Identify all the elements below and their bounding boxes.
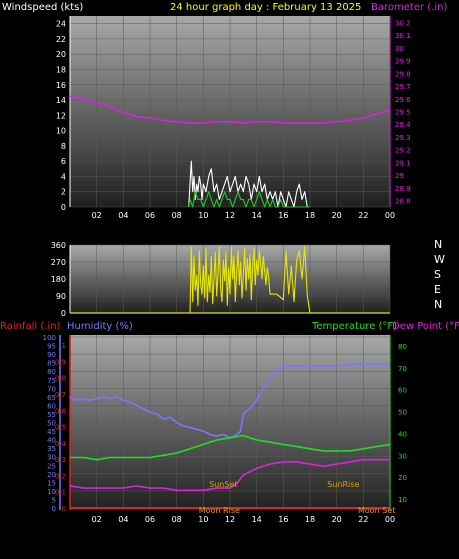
wind-tick-label: 14	[56, 96, 66, 105]
direction-tick-label: 90	[56, 292, 66, 301]
rainfall-tick-label: 1	[62, 342, 66, 350]
temp-x-tick-label: 10	[198, 515, 208, 524]
wind-tick-label: 6	[61, 157, 66, 166]
wind-x-tick-label: 04	[118, 211, 128, 220]
weather-chart-container: 0 2 4 6 8 10 12 14 16 18 20 22 24 28.8 28.9 29 29.1 29.2 2…	[0, 0, 459, 555]
temperature-tick-label: 80	[398, 343, 407, 351]
wind-tick-label: 2	[61, 188, 66, 197]
humidity-tick-label: 95	[47, 343, 56, 351]
humidity-tick-label: 100	[43, 334, 56, 342]
rainfall-tick-label: 0.1	[55, 489, 66, 497]
compass-label: S	[434, 268, 441, 281]
temp-x-tick-label: 22	[358, 515, 368, 524]
temp-x-tick-label: 14	[252, 515, 262, 524]
weather-charts: 02468101214161820222428.828.92929.129.22…	[0, 0, 459, 555]
barometer-tick-label: 29.5	[395, 109, 411, 117]
wind-tick-label: 0	[61, 203, 66, 212]
wind-x-tick-label: 12	[225, 211, 235, 220]
wind-x-tick-label: 20	[332, 211, 342, 220]
wind-tick-label: 4	[61, 172, 66, 181]
rainfall-tick-label: 0.5	[55, 424, 66, 432]
direction-tick-label: 270	[51, 258, 66, 267]
temp-x-tick-label: 20	[332, 515, 342, 524]
wind-x-tick-label: 16	[278, 211, 288, 220]
rainfall-tick-label: 0.4	[55, 440, 67, 448]
temperature-tick-label: 40	[398, 430, 407, 438]
wind-x-tick-label: 06	[145, 211, 155, 220]
temp-x-tick-label: 18	[305, 515, 315, 524]
temperature-tick-label: 70	[398, 365, 407, 373]
wind-tick-label: 20	[56, 50, 66, 59]
wind-tick-label: 12	[56, 111, 66, 120]
compass-label: W	[434, 253, 445, 266]
wind-tick-label: 24	[56, 20, 66, 29]
temp-x-tick-label: 12	[225, 515, 235, 524]
barometer-tick-label: 30	[395, 45, 404, 53]
temp-x-tick-label: 16	[278, 515, 288, 524]
rainfall-tick-label: 0.7	[55, 391, 66, 399]
barometer-tick-label: 29	[395, 172, 404, 180]
wind-tick-label: 8	[61, 142, 66, 151]
sun-moon-annotation: SunRise	[327, 480, 359, 489]
barometer-tick-label: 29.7	[395, 83, 411, 91]
wind-tick-label: 16	[56, 81, 66, 90]
wind-x-tick-label: 18	[305, 211, 315, 220]
wind-x-tick-label: 14	[252, 211, 262, 220]
barometer-tick-label: 29.4	[395, 121, 411, 129]
barometer-tick-label: 28.8	[395, 198, 411, 206]
wind-tick-label: 10	[56, 127, 66, 136]
sun-moon-annotation: SunSet	[209, 480, 237, 489]
temp-x-tick-label: 08	[172, 515, 182, 524]
temperature-axis-label: Temperature (°F)	[311, 321, 397, 332]
barometer-tick-label: 29.8	[395, 70, 411, 78]
temperature-tick-label: 20	[398, 474, 407, 482]
temp-x-tick-label: 06	[145, 515, 155, 524]
rainfall-tick-label: 0.9	[55, 358, 66, 366]
rainfall-tick-label: 0.6	[55, 407, 67, 415]
barometer-tick-label: 29.3	[395, 134, 411, 142]
barometer-axis-label: Barometer (.in)	[371, 2, 447, 13]
compass-label: N	[434, 298, 442, 311]
direction-tick-label: 180	[51, 275, 66, 284]
humidity-tick-label: 0	[52, 505, 56, 513]
sun-moon-annotation: Moon Rise	[199, 506, 240, 515]
rainfall-axis-label: Rainfall (.in)	[0, 321, 61, 332]
barometer-tick-label: 29.2	[395, 147, 411, 155]
temperature-tick-label: 60	[398, 387, 407, 395]
chart-title: 24 hour graph day : February 13 2025	[170, 2, 361, 13]
temp-x-tick-label: 04	[118, 515, 128, 524]
temperature-tick-label: 50	[398, 409, 407, 417]
wind-tick-label: 22	[56, 35, 66, 44]
wind-x-tick-label: 22	[358, 211, 368, 220]
rainfall-tick-label: 0.8	[55, 375, 66, 383]
rainfall-tick-label: 0.2	[55, 472, 66, 480]
barometer-tick-label: 28.9	[395, 185, 411, 193]
humidity-tick-label: 5	[52, 496, 56, 504]
rainfall-tick-label: 0.3	[55, 456, 66, 464]
barometer-tick-label: 30.2	[395, 19, 411, 27]
temp-x-tick-label: 02	[92, 515, 102, 524]
temperature-tick-label: 30	[398, 452, 407, 460]
temp-x-tick-label: 00	[385, 515, 395, 524]
dewpoint-axis-label: Dew Point (°F)	[392, 321, 459, 332]
barometer-tick-label: 29.9	[395, 58, 411, 66]
wind-x-tick-label: 10	[198, 211, 208, 220]
compass-label: E	[434, 283, 441, 296]
windspeed-axis-label: Windspeed (kts)	[2, 2, 83, 13]
wind-tick-label: 18	[56, 65, 66, 74]
rainfall-tick-label: 0	[62, 505, 66, 513]
wind-x-tick-label: 02	[92, 211, 102, 220]
barometer-tick-label: 29.1	[395, 159, 411, 167]
barometer-tick-label: 29.6	[395, 96, 411, 104]
direction-tick-label: 360	[51, 241, 66, 250]
humidity-tick-label: 15	[47, 479, 56, 487]
temperature-tick-label: 10	[398, 496, 407, 504]
wind-x-tick-label: 00	[385, 211, 395, 220]
sun-moon-annotation: Moon Set	[358, 506, 395, 515]
wind-x-tick-label: 08	[172, 211, 182, 220]
humidity-axis-label: Humidity (%)	[67, 321, 133, 332]
barometer-tick-label: 30.1	[395, 32, 411, 40]
direction-tick-label: 0	[61, 309, 66, 318]
compass-label: N	[434, 238, 442, 251]
